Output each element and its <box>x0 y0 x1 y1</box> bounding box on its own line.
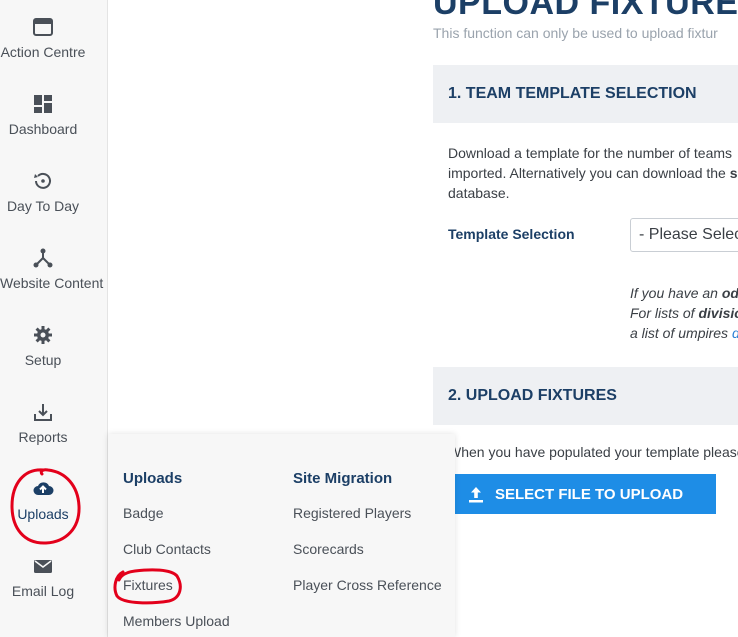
desc-line: imported. Alternatively you can download… <box>448 165 738 181</box>
section-team-template-header: 1. TEAM TEMPLATE SELECTION <box>433 65 738 123</box>
sidebar-item-label: Dashboard <box>8 121 78 137</box>
select-file-upload-button[interactable]: SELECT FILE TO UPLOAD <box>453 474 716 514</box>
section-upload-fixtures-header: 2. UPLOAD FIXTURES <box>433 367 738 425</box>
page-title: UPLOAD FIXTURES <box>433 0 738 22</box>
uploads-dropdown-menu: Uploads Badge Club Contacts Fixtures Mem… <box>108 434 455 637</box>
sidebar-item-label: Uploads <box>17 506 69 522</box>
sidebar-item-setup[interactable]: Setup <box>0 324 86 368</box>
sidebar-item-day-to-day[interactable]: Day To Day <box>0 170 86 214</box>
menu-item-badge[interactable]: Badge <box>123 505 163 521</box>
upload-description: When you have populated your template pl… <box>448 444 738 460</box>
sidebar-item-email-log[interactable]: Email Log <box>0 555 86 599</box>
umpires-link[interactable]: d <box>732 325 738 341</box>
menu-item-player-cross-reference[interactable]: Player Cross Reference <box>293 577 442 593</box>
page: Action Centre Dashboard Day To Day Websi… <box>0 0 738 637</box>
sidebar-item-label: Day To Day <box>6 198 80 214</box>
history-icon <box>34 172 51 189</box>
menu-item-scorecards[interactable]: Scorecards <box>293 541 364 557</box>
template-notes: If you have an odd For lists of divisio … <box>630 283 738 343</box>
sidebar-item-uploads[interactable]: Uploads <box>0 478 86 522</box>
template-description: Download a template for the number of te… <box>448 143 738 203</box>
sidebar-item-label: Email Log <box>11 583 75 599</box>
page-subtitle: This function can only be used to upload… <box>433 25 718 41</box>
desc-line: Download a template for the number of te… <box>448 145 733 161</box>
section-title: 2. UPLOAD FIXTURES <box>448 387 617 404</box>
sidebar-item-label: Setup <box>24 352 62 368</box>
sidebar: Action Centre Dashboard Day To Day Websi… <box>0 0 108 637</box>
template-selection-select[interactable]: - Please Selec <box>630 218 738 252</box>
sidebar-item-label: Reports <box>18 429 68 445</box>
menu-item-members-upload[interactable]: Members Upload <box>123 613 230 629</box>
note-line: If you have an odd <box>630 285 738 301</box>
note-line: For lists of divisio <box>630 305 738 321</box>
upload-arrow-icon <box>469 487 483 503</box>
template-selection-label: Template Selection <box>448 226 575 242</box>
uploads-heading: Uploads <box>123 470 183 487</box>
section-title: 1. TEAM TEMPLATE SELECTION <box>448 85 697 102</box>
dashboard-icon <box>34 95 52 113</box>
sidebar-item-reports[interactable]: Reports <box>0 401 86 445</box>
share-nodes-icon <box>33 248 53 268</box>
desc-line: database. <box>448 185 510 201</box>
gear-icon <box>34 326 52 344</box>
sidebar-item-action-centre[interactable]: Action Centre <box>0 16 86 60</box>
sidebar-item-label: Action Centre <box>0 44 86 60</box>
download-tray-icon <box>34 404 52 421</box>
menu-item-registered-players[interactable]: Registered Players <box>293 505 411 521</box>
note-line: a list of umpires d <box>630 323 738 343</box>
sidebar-item-dashboard[interactable]: Dashboard <box>0 93 86 137</box>
menu-item-fixtures[interactable]: Fixtures <box>123 577 173 593</box>
envelope-icon <box>34 560 52 573</box>
window-icon <box>33 18 53 36</box>
sidebar-item-website-content[interactable]: Website Content <box>0 247 104 291</box>
site-migration-heading: Site Migration <box>293 470 393 487</box>
button-label: SELECT FILE TO UPLOAD <box>495 485 684 503</box>
sidebar-item-label: Website Content <box>0 275 104 291</box>
cloud-upload-icon <box>33 482 54 495</box>
menu-item-club-contacts[interactable]: Club Contacts <box>123 541 211 557</box>
